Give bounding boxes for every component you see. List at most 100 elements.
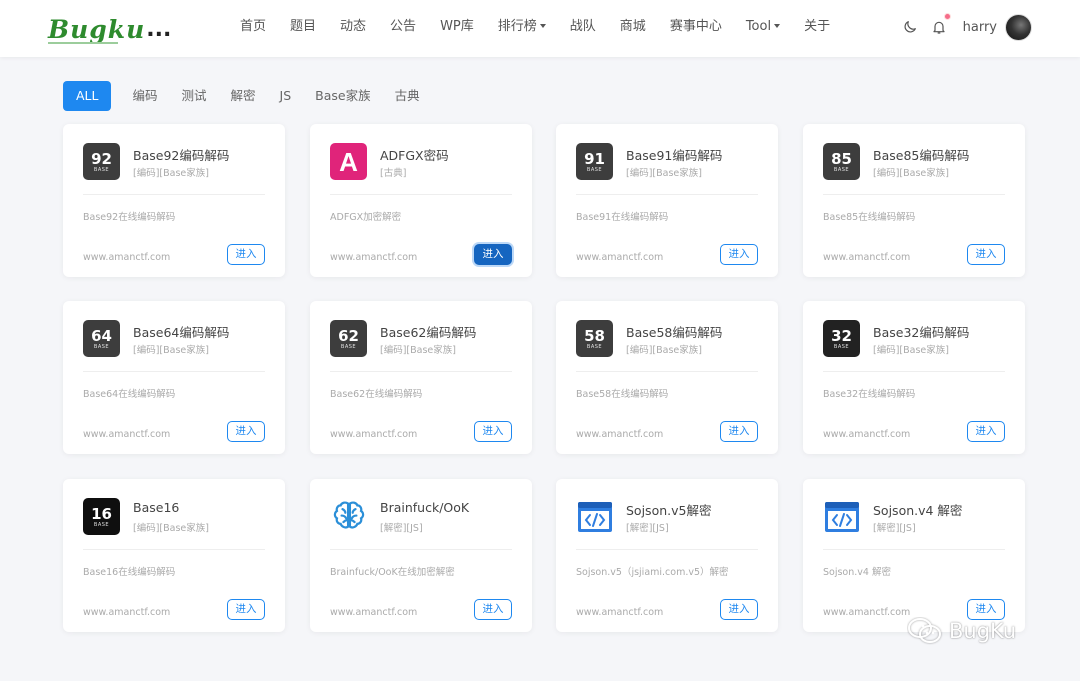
username[interactable]: harry <box>963 20 997 35</box>
logo-text: Bugku <box>48 15 146 44</box>
card-description: Base64在线编码解码 <box>83 389 176 400</box>
enter-button[interactable]: 进入 <box>227 421 265 442</box>
card-divider <box>330 194 512 195</box>
nav-item-feed[interactable]: 动态 <box>340 17 366 37</box>
nav-label: Tool <box>745 19 772 34</box>
tool-card[interactable]: 92 BASE Base92编码解码 [编码][Base家族] Base92在线编… <box>63 124 285 277</box>
tab-js[interactable]: JS <box>269 81 303 111</box>
card-url: www.amanctf.com <box>83 607 171 618</box>
tab-classical[interactable]: 古典 <box>384 81 431 111</box>
nav-item-tool[interactable]: Tool <box>745 17 781 37</box>
nav-item-writeups[interactable]: WP库 <box>440 17 474 37</box>
logo-underline <box>48 42 118 44</box>
enter-button[interactable]: 进入 <box>474 421 512 442</box>
theme-toggle-button[interactable] <box>900 17 920 37</box>
card-description: Base32在线编码解码 <box>823 389 916 400</box>
nav-label: 关于 <box>804 19 831 34</box>
nav-label: 战队 <box>569 19 596 34</box>
tool-card[interactable]: 91 BASE Base91编码解码 [编码][Base家族] Base91在线编… <box>556 124 778 277</box>
main-nav: 首页 题目 动态 公告 WP库 排行榜 战队 商城 赛事中心 Tool 关于 <box>240 17 854 37</box>
card-url: www.amanctf.com <box>330 252 418 263</box>
icon-sub: BASE <box>340 344 357 350</box>
tab-base-family[interactable]: Base家族 <box>304 81 381 111</box>
card-title: Base91编码解码 <box>626 148 723 163</box>
nav-item-events[interactable]: 赛事中心 <box>670 17 722 37</box>
nav-item-teams[interactable]: 战队 <box>570 17 596 37</box>
nav-label: WP库 <box>440 19 474 34</box>
card-tags: [编码][Base家族] <box>873 168 949 179</box>
tab-encoding[interactable]: 编码 <box>121 81 168 111</box>
icon-sub: BASE <box>93 522 110 528</box>
nav-item-challenges[interactable]: 题目 <box>290 17 316 37</box>
enter-button[interactable]: 进入 <box>474 599 512 620</box>
card-description: Sojson.v5（jsjiami.com.v5）解密 <box>576 567 729 578</box>
tool-card[interactable]: 64 BASE Base64编码解码 [编码][Base家族] Base64在线编… <box>63 301 285 454</box>
enter-button[interactable]: 进入 <box>720 421 758 442</box>
card-url: www.amanctf.com <box>823 429 911 440</box>
icon-sub: BASE <box>833 344 850 350</box>
tool-card[interactable]: 32 BASE Base32编码解码 [编码][Base家族] Base32在线编… <box>803 301 1025 454</box>
tool-card[interactable]: Sojson.v5解密 [解密][JS] Sojson.v5（jsjiami.c… <box>556 479 778 632</box>
tab-all[interactable]: ALL <box>63 81 112 111</box>
nav-item-shop[interactable]: 商城 <box>620 17 646 37</box>
enter-button[interactable]: 进入 <box>720 599 758 620</box>
icon-number: 91 <box>584 150 605 168</box>
base16-icon: 16 BASE <box>83 498 120 535</box>
nav-label: 排行榜 <box>497 19 537 34</box>
card-description: Base91在线编码解码 <box>576 212 669 223</box>
nav-item-about[interactable]: 关于 <box>804 17 830 37</box>
tab-test[interactable]: 测试 <box>171 81 218 111</box>
nav-label: 首页 <box>240 19 267 34</box>
brain-icon <box>330 498 367 535</box>
tool-card[interactable]: 62 BASE Base62编码解码 [编码][Base家族] Base62在线编… <box>310 301 532 454</box>
card-tags: [编码][Base家族] <box>873 345 949 356</box>
enter-button[interactable]: 进入 <box>227 599 265 620</box>
enter-button[interactable]: 进入 <box>227 244 265 265</box>
card-title: Base32编码解码 <box>873 325 970 340</box>
card-tags: [古典] <box>380 168 407 179</box>
card-url: www.amanctf.com <box>823 607 911 618</box>
card-url: www.amanctf.com <box>330 429 418 440</box>
adfgx-icon: A <box>330 143 367 180</box>
card-tags: [编码][Base家族] <box>133 345 209 356</box>
card-description: Base16在线编码解码 <box>83 567 176 578</box>
icon-number: 92 <box>91 150 112 168</box>
tool-card[interactable]: 85 BASE Base85编码解码 [编码][Base家族] Base85在线编… <box>803 124 1025 277</box>
nav-label: 题目 <box>290 19 317 34</box>
enter-button[interactable]: 进入 <box>967 421 1005 442</box>
avatar[interactable] <box>1005 13 1032 41</box>
user-toolbar: harry <box>900 13 1032 41</box>
icon-number: 32 <box>831 327 852 345</box>
card-divider <box>83 194 265 195</box>
site-logo[interactable]: Bugku ... <box>48 11 171 45</box>
nav-item-announcements[interactable]: 公告 <box>390 17 416 37</box>
enter-button[interactable]: 进入 <box>967 244 1005 265</box>
card-title: ADFGX密码 <box>380 148 449 163</box>
nav-label: 公告 <box>390 19 417 34</box>
enter-button[interactable]: 进入 <box>474 244 512 265</box>
card-url: www.amanctf.com <box>83 252 171 263</box>
nav-item-home[interactable]: 首页 <box>240 17 266 37</box>
card-description: Brainfuck/OoK在线加密解密 <box>330 567 455 578</box>
notifications-button[interactable] <box>929 13 951 37</box>
tool-card[interactable]: Brainfuck/OoK [解密][JS] Brainfuck/OoK在线加密… <box>310 479 532 632</box>
tab-decrypt[interactable]: 解密 <box>220 81 267 111</box>
nav-label: 赛事中心 <box>669 19 722 34</box>
moon-icon <box>904 21 916 33</box>
logo-dots: ... <box>146 17 172 42</box>
tool-card[interactable]: Sojson.v4 解密 [解密][JS] Sojson.v4 解密 www.a… <box>803 479 1025 632</box>
icon-sub: BASE <box>833 167 850 173</box>
card-url: www.amanctf.com <box>330 607 418 618</box>
card-title: Base62编码解码 <box>380 325 477 340</box>
card-divider <box>330 549 512 550</box>
card-tags: [编码][Base家族] <box>626 345 702 356</box>
tool-card[interactable]: A ADFGX密码 [古典] ADFGX加密解密 www.amanctf.com… <box>310 124 532 277</box>
code-window-icon <box>823 498 860 535</box>
card-divider <box>330 371 512 372</box>
card-title: Base16 <box>133 500 180 515</box>
nav-item-leaderboard[interactable]: 排行榜 <box>498 17 546 37</box>
tool-card[interactable]: 58 BASE Base58编码解码 [编码][Base家族] Base58在线编… <box>556 301 778 454</box>
tool-card[interactable]: 16 BASE Base16 [编码][Base家族] Base16在线编码解码 … <box>63 479 285 632</box>
enter-button[interactable]: 进入 <box>720 244 758 265</box>
notification-dot <box>943 13 951 20</box>
